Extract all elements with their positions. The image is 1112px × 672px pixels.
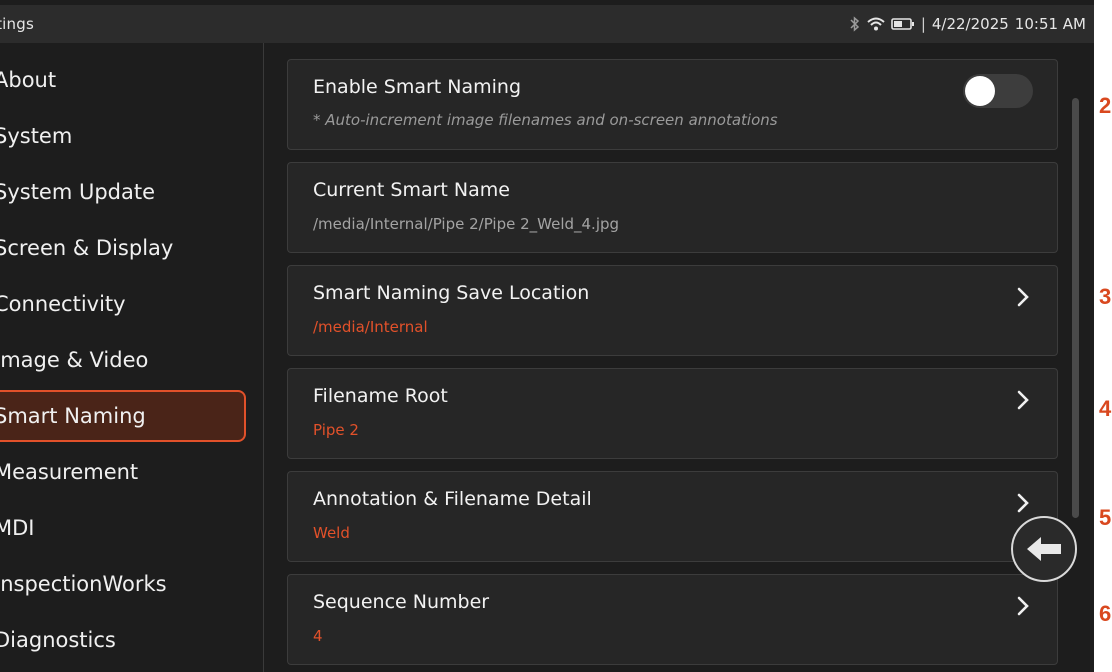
- sidebar-item-connectivity[interactable]: Connectivity: [0, 278, 246, 330]
- chevron-right-icon: [1017, 493, 1029, 513]
- enable-smart-naming-row: Enable Smart Naming * Auto-increment ima…: [287, 59, 1058, 150]
- enable-smart-naming-toggle[interactable]: [963, 74, 1033, 108]
- filename-root-value: Pipe 2: [313, 421, 359, 439]
- callout-label: 4: [1099, 396, 1112, 421]
- chevron-right-icon: [1017, 596, 1029, 616]
- annotation-detail-row[interactable]: Annotation & Filename Detail Weld: [287, 471, 1058, 562]
- save-location-value: /media/Internal: [313, 318, 428, 336]
- chevron-right-icon: [1017, 287, 1029, 307]
- sequence-number-value: 4: [313, 627, 323, 645]
- callout-label: 2: [1099, 93, 1112, 118]
- chevron-right-icon: [1017, 390, 1029, 410]
- sidebar-item-label: System Update: [0, 180, 156, 204]
- status-date: 4/22/2025: [931, 15, 1009, 33]
- callout-label: 5: [1099, 505, 1112, 530]
- bluetooth-icon: [850, 16, 859, 32]
- device-screen: ttings | 4/22/2025 10:51 AM About System…: [0, 0, 1094, 672]
- sidebar-item-inspectionworks[interactable]: InspectionWorks: [0, 558, 246, 610]
- filename-root-title: Filename Root: [313, 385, 448, 407]
- settings-panel: Enable Smart Naming * Auto-increment ima…: [264, 43, 1094, 672]
- back-button[interactable]: [1011, 516, 1077, 582]
- sidebar-item-label: InspectionWorks: [0, 572, 167, 596]
- sidebar-item-smart-naming[interactable]: Smart Naming: [0, 390, 246, 442]
- sidebar-item-system[interactable]: System: [0, 110, 246, 162]
- current-smart-name-title: Current Smart Name: [313, 179, 510, 201]
- callout-label: 3: [1099, 284, 1112, 309]
- sidebar-item-diagnostics[interactable]: Diagnostics: [0, 614, 246, 666]
- sidebar-item-measurement[interactable]: Measurement: [0, 446, 246, 498]
- battery-icon: [891, 18, 914, 30]
- settings-sidebar: About System System Update Screen & Disp…: [0, 43, 264, 672]
- sidebar-item-label: System: [0, 124, 73, 148]
- save-location-row[interactable]: Smart Naming Save Location /media/Intern…: [287, 265, 1058, 356]
- current-smart-name-row: Current Smart Name /media/Internal/Pipe …: [287, 162, 1058, 253]
- callout-label: 6: [1099, 601, 1112, 626]
- page-title: ttings: [0, 15, 34, 33]
- toggle-knob: [965, 76, 995, 106]
- annotation-detail-title: Annotation & Filename Detail: [313, 488, 592, 510]
- sidebar-item-label: Diagnostics: [0, 628, 116, 652]
- scrollbar[interactable]: [1072, 98, 1079, 518]
- sidebar-item-screen-display[interactable]: Screen & Display: [0, 222, 246, 274]
- sequence-number-row[interactable]: Sequence Number 4: [287, 574, 1058, 665]
- current-smart-name-value: /media/Internal/Pipe 2/Pipe 2_Weld_4.jpg: [313, 215, 620, 233]
- sidebar-item-about[interactable]: About: [0, 54, 246, 106]
- save-location-title: Smart Naming Save Location: [313, 282, 590, 304]
- sidebar-item-system-update[interactable]: System Update: [0, 166, 246, 218]
- status-time: 10:51 AM: [1014, 15, 1086, 33]
- status-bar: ttings | 4/22/2025 10:51 AM: [0, 5, 1094, 43]
- status-separator: |: [920, 15, 926, 33]
- back-arrow-icon: [1027, 537, 1061, 561]
- enable-smart-naming-title: Enable Smart Naming: [313, 76, 522, 98]
- sidebar-item-label: Connectivity: [0, 292, 126, 316]
- sequence-number-title: Sequence Number: [313, 591, 490, 613]
- wifi-icon: [867, 17, 885, 31]
- status-indicators: | 4/22/2025 10:51 AM: [849, 15, 1086, 33]
- sidebar-item-label: About: [0, 68, 57, 92]
- sidebar-item-label: Image & Video: [0, 348, 149, 372]
- sidebar-item-label: Screen & Display: [0, 236, 174, 260]
- sidebar-item-mdi[interactable]: MDI: [0, 502, 246, 554]
- filename-root-row[interactable]: Filename Root Pipe 2: [287, 368, 1058, 459]
- sidebar-item-image-video[interactable]: Image & Video: [0, 334, 246, 386]
- annotation-detail-value: Weld: [313, 524, 350, 542]
- enable-smart-naming-description: * Auto-increment image filenames and on-…: [313, 111, 778, 129]
- sidebar-item-label: MDI: [0, 516, 35, 540]
- sidebar-item-label: Measurement: [0, 460, 139, 484]
- sidebar-item-label: Smart Naming: [0, 404, 146, 428]
